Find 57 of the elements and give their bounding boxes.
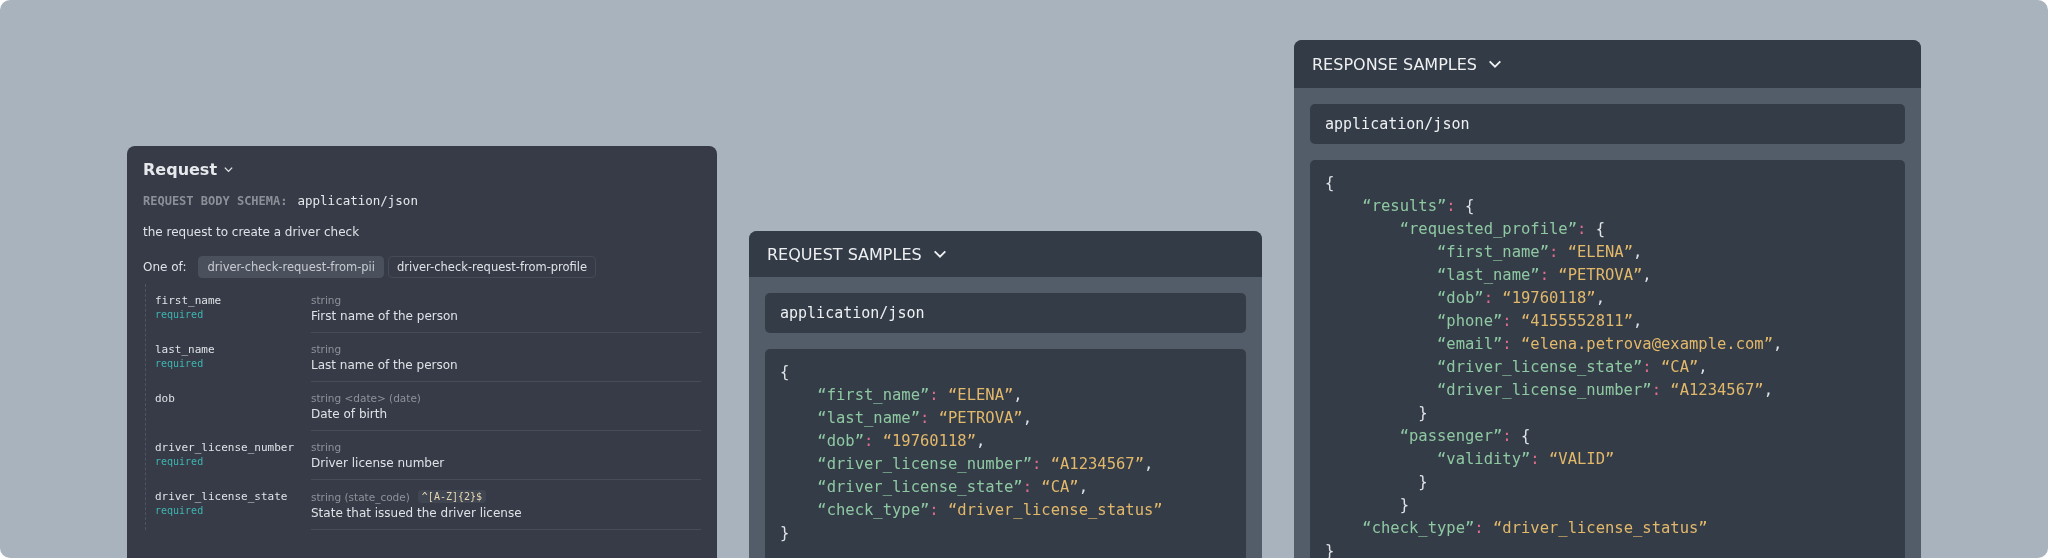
field-description: Date of birth	[311, 407, 389, 421]
code-line: }	[1417, 403, 1429, 424]
code-line: }	[1325, 541, 1336, 558]
section-toggle[interactable]: RESPONSE SAMPLES	[1312, 54, 1503, 74]
code-line: “driver_license_state”: “CA”,	[1436, 357, 1709, 378]
required-label: required	[155, 358, 205, 369]
field-type: string	[311, 294, 342, 306]
pattern-tag: ^[A-Z]{2}$	[417, 490, 487, 503]
code-line: “requested_profile”: {	[1398, 219, 1606, 240]
code-line: “driver_license_state”: “CA”,	[816, 477, 1089, 498]
code-line: “validity”: “VALID”	[1436, 449, 1616, 470]
schema-option-button[interactable]: driver-check-request-from-profile	[387, 256, 597, 278]
section-toggle[interactable]: REQUEST SAMPLES	[767, 244, 948, 264]
code-line: }	[1398, 495, 1410, 516]
field-type: string (state_code)	[311, 490, 410, 503]
code-line: “email”: “elena.petrova@example.com”,	[1436, 334, 1784, 355]
field-name: dob	[155, 392, 176, 405]
field-type: string	[311, 343, 342, 355]
field-description: Driver license number	[311, 456, 446, 470]
request-description: the request to create a driver check	[143, 225, 361, 239]
code-line: }	[1417, 472, 1429, 493]
field-name: driver_license_state	[155, 490, 289, 503]
code-line: “check_type”: “driver_license_status”	[816, 500, 1164, 521]
code-line: }	[780, 523, 791, 544]
code-line: {	[1325, 173, 1336, 194]
code-line: “passenger”: {	[1398, 426, 1532, 447]
code-line: {	[780, 362, 791, 383]
field-description: First name of the person	[311, 309, 459, 323]
code-line: “first_name”: “ELENA”,	[816, 385, 1024, 406]
field-type: string <date> (date)	[311, 392, 421, 404]
required-label: required	[155, 309, 205, 320]
field-type: string	[311, 441, 342, 453]
field-description: Last name of the person	[311, 358, 459, 372]
code-line: “first_name”: “ELENA”,	[1436, 242, 1644, 263]
code-line: “last_name”: “PETROVA”,	[1436, 265, 1653, 286]
field-name: first_name	[155, 294, 223, 307]
schema-option-button[interactable]: driver-check-request-from-pii	[198, 256, 384, 278]
code-line: “driver_license_number”: “A1234567”,	[1436, 380, 1774, 401]
code-line: “check_type”: “driver_license_status”	[1361, 518, 1709, 539]
code-line: “results”: {	[1361, 196, 1476, 217]
chevron-down-icon	[223, 164, 235, 175]
required-label: required	[155, 456, 205, 467]
code-line: “driver_license_number”: “A1234567”,	[816, 454, 1155, 475]
code-line: “phone”: “4155552811”,	[1436, 311, 1644, 332]
field-description: State that issued the driver license	[311, 506, 523, 520]
code-line: “last_name”: “PETROVA”,	[816, 408, 1033, 429]
schema-label: REQUEST BODY SCHEMA:	[143, 194, 288, 208]
schema-type: application/json	[297, 193, 418, 208]
one-of-label: One of:	[143, 260, 187, 274]
section-toggle[interactable]: Request	[143, 160, 235, 179]
required-label: required	[155, 505, 205, 516]
field-name: last_name	[155, 343, 216, 356]
content-type-label: application/json	[765, 293, 1246, 333]
code-line: “dob”: “19760118”,	[1436, 288, 1606, 309]
content-type-label: application/json	[1310, 104, 1905, 144]
field-name: driver_license_number	[155, 441, 296, 454]
code-line: “dob”: “19760118”,	[816, 431, 987, 452]
